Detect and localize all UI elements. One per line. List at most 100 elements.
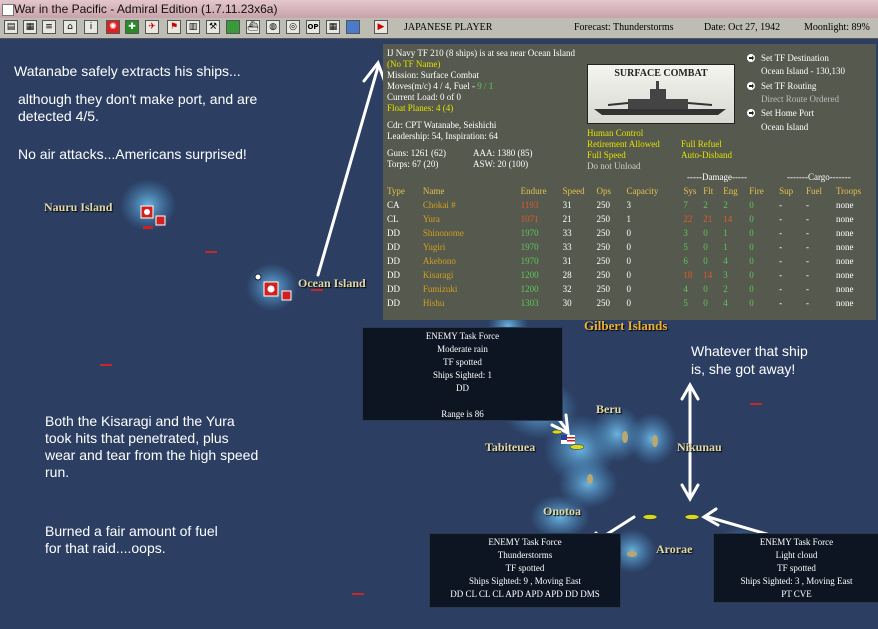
- ship-fire: 0: [749, 214, 754, 224]
- ship-name[interactable]: Chokai #: [423, 198, 521, 212]
- ship-name[interactable]: Fumizuki: [423, 282, 521, 296]
- play-icon[interactable]: ▶: [374, 20, 388, 34]
- ship-name[interactable]: Shinonome: [423, 226, 521, 240]
- arrow-right-icon: [747, 82, 755, 90]
- table-row[interactable]: DD Shinonome 1970 33 250 0 3 0 1 0 - - none: [387, 226, 876, 240]
- ship-sys: 6: [683, 256, 688, 266]
- set-home-port[interactable]: Set Home Port: [761, 108, 814, 119]
- opt-unload[interactable]: Do not Unload: [587, 161, 641, 172]
- col-sup: Sup: [779, 186, 794, 196]
- ships-icon[interactable]: ⌂: [63, 20, 77, 34]
- opt-retirement[interactable]: Retirement Allowed: [587, 139, 660, 150]
- island-arorae[interactable]: Arorae: [656, 542, 692, 557]
- ship-name[interactable]: Hishu: [423, 296, 521, 310]
- list-icon[interactable]: ≡: [42, 20, 56, 34]
- table-row[interactable]: DD Hishu 1303 30 250 0 5 0 4 0 - - none: [387, 296, 876, 310]
- tf-fuel: 9 / 1: [477, 81, 494, 91]
- globe-icon[interactable]: ◍: [266, 20, 280, 34]
- opt-human-control[interactable]: Human Control: [587, 128, 643, 139]
- col-eng: Eng: [723, 186, 738, 196]
- table-row[interactable]: DD Akebono 1970 31 250 0 6 0 4 0 - - none: [387, 254, 876, 268]
- us-flag-canton: [561, 435, 567, 440]
- home-port-value: Ocean Island: [761, 122, 809, 132]
- ship-type: CL: [387, 214, 399, 224]
- tf-name[interactable]: (No TF Name): [387, 59, 440, 70]
- note-fuel-1: Burned a fair amount of fuel: [45, 523, 218, 539]
- island-tabiteuea[interactable]: Tabiteuea: [485, 440, 535, 455]
- island-ocean[interactable]: Ocean Island: [298, 276, 366, 291]
- table-row[interactable]: CA Chokai #1193 31 250 3 7 2 2 0 - - none: [387, 198, 876, 212]
- rising-sun-icon[interactable]: ✺: [106, 20, 120, 34]
- ship-flt: 14: [703, 270, 713, 280]
- enemy-label: ENEMY Task Force: [488, 537, 562, 547]
- forecast-label: Forecast: Thunderstorms: [574, 22, 674, 33]
- tf-float-planes[interactable]: Float Planes: 4 (4): [387, 103, 453, 114]
- set-tf-destination[interactable]: Set TF Destination: [761, 53, 829, 64]
- menu-icon[interactable]: ▤: [4, 20, 18, 34]
- note-extract: Watanabe safely extracts his ships...: [14, 63, 241, 79]
- boat-icon[interactable]: ⛴: [246, 20, 260, 34]
- ship-troops: none: [835, 270, 854, 280]
- note-detected-2: detected 4/5.: [18, 108, 99, 124]
- toolbar: ▤ ▦ ≡ ⌂ i ✺ ✚ ✈ ⚑ ▥ ⚒ ⛴ ◍ ◎ OP ▦ ▶ JAPAN…: [0, 18, 878, 39]
- island-nikunau[interactable]: Nikunau: [677, 440, 722, 455]
- opt-full-refuel[interactable]: Full Refuel: [681, 139, 722, 150]
- ship-troops: none: [835, 284, 854, 294]
- report-icon[interactable]: ▦: [23, 20, 37, 34]
- table-row[interactable]: DD Fumizuki 1200 32 250 0 4 0 2 0 - - none: [387, 282, 876, 296]
- enemy-ship-types: DD: [456, 383, 469, 393]
- ship-name[interactable]: Akebono: [423, 254, 521, 268]
- ship-flt: 21: [703, 214, 713, 224]
- ship-name[interactable]: Kisaragi: [423, 268, 521, 282]
- tf-commander[interactable]: Cdr: CPT Watanabe, Seishichi: [387, 120, 496, 131]
- ship-name[interactable]: Yugiri: [423, 240, 521, 254]
- table-row[interactable]: CL Yura 1071 21 250 1 22 21 14 0 - - none: [387, 212, 876, 226]
- island-gilbert[interactable]: Gilbert Islands: [584, 318, 667, 334]
- grid-icon[interactable]: ▦: [326, 20, 340, 34]
- rising-sun-icon: [144, 209, 150, 215]
- flag-icon[interactable]: ⚑: [167, 20, 181, 34]
- tabiteuea-atoll: [587, 474, 593, 484]
- ship-type: DD: [387, 256, 400, 266]
- chart-icon[interactable]: ▥: [186, 20, 200, 34]
- col-speed: Speed: [562, 186, 585, 196]
- ship-ops: 250: [596, 270, 611, 280]
- plane-icon[interactable]: ✈: [145, 20, 159, 34]
- note-got-away-2: is, she got away!: [691, 361, 796, 377]
- ship-table-header: Type Name Endure Speed Ops Capacity Sys …: [387, 184, 876, 198]
- boat-icon[interactable]: [226, 20, 240, 34]
- table-row[interactable]: DD Kisaragi 1200 28 250 0 18 14 3 0 - - none: [387, 268, 876, 282]
- window-icon[interactable]: [346, 20, 360, 34]
- info-icon[interactable]: i: [84, 20, 98, 34]
- table-row[interactable]: DD Yugiri 1970 33 250 0 5 0 1 0 - - none: [387, 240, 876, 254]
- mission-image: SURFACE COMBAT: [587, 64, 735, 124]
- tf-asw: ASW: 20 (100): [473, 159, 529, 169]
- ship-endure: 1200: [520, 284, 539, 294]
- tf-title: IJ Navy TF 210 (8 ships) is at sea near …: [387, 48, 576, 58]
- island-nauru[interactable]: Nauru Island: [44, 200, 112, 215]
- tf-leadership: Leadership: 54, Inspiration: 64: [387, 131, 498, 141]
- tf-aaa: AAA: 1380 (85): [473, 148, 533, 158]
- ship-table: Type Name Endure Speed Ops Capacity Sys …: [387, 184, 876, 310]
- ship-endure: 1970: [520, 256, 539, 266]
- ship-ops: 250: [596, 298, 611, 308]
- enemy-weather: Thunderstorms: [497, 550, 553, 560]
- set-tf-routing[interactable]: Set TF Routing: [761, 81, 816, 92]
- aircraft-icon[interactable]: ✚: [125, 20, 139, 34]
- island-beru[interactable]: Beru: [596, 402, 621, 417]
- enemy-spotted: TF spotted: [777, 563, 816, 573]
- window-title: War in the Pacific - Admiral Edition (1.…: [14, 2, 278, 16]
- enemy-spotted: TF spotted: [505, 563, 545, 573]
- col-capacity: Capacity: [626, 186, 659, 196]
- enemy-ship-icon: [642, 514, 658, 520]
- radar-icon[interactable]: ◎: [286, 20, 300, 34]
- ship-name[interactable]: Yura: [423, 212, 521, 226]
- cargo-header: -------Cargo-------: [787, 172, 851, 182]
- anchor-icon: [254, 273, 262, 281]
- island-onotoa[interactable]: Onotoa: [543, 504, 581, 519]
- factory-icon[interactable]: ⚒: [206, 20, 220, 34]
- opt-auto-disband[interactable]: Auto-Disband: [681, 150, 732, 161]
- op-icon[interactable]: OP: [306, 20, 320, 34]
- opt-full-speed[interactable]: Full Speed: [587, 150, 626, 161]
- note-hits-1: Both the Kisaragi and the Yura: [45, 413, 235, 429]
